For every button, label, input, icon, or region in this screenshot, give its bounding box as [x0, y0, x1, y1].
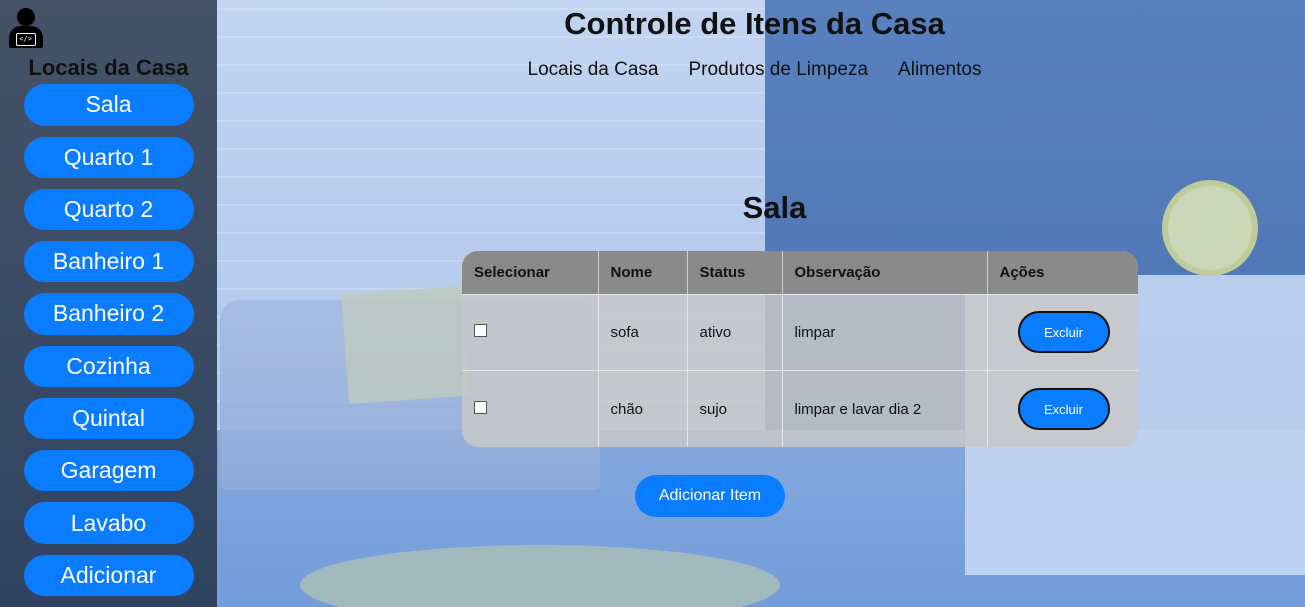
observacao-cell: limpar e lavar dia 2 — [782, 370, 988, 447]
nav-locais-da-casa[interactable]: Locais da Casa — [528, 59, 659, 81]
column-header-nome: Nome — [598, 251, 688, 294]
column-header-status: Status — [687, 251, 783, 294]
table-row: chão sujo limpar e lavar dia 2 Excluir — [462, 370, 1138, 447]
column-header-selecionar: Selecionar — [462, 251, 599, 294]
sidebar-item-cozinha[interactable]: Cozinha — [23, 345, 194, 387]
row-checkbox[interactable] — [474, 323, 487, 337]
sidebar-item-adicionar[interactable]: Adicionar — [23, 554, 194, 596]
top-nav: Locais da Casa Produtos de Limpeza Alime… — [217, 59, 1292, 81]
status-cell: sujo — [687, 370, 783, 447]
sidebar-item-quintal[interactable]: Quintal — [23, 397, 194, 440]
sidebar-item-sala[interactable]: Sala — [23, 84, 194, 126]
select-cell — [462, 293, 599, 371]
items-table: Selecionar Nome Status Observação Ações … — [462, 251, 1138, 447]
table-header-row: Selecionar Nome Status Observação Ações — [462, 251, 1138, 294]
nav-produtos-de-limpeza[interactable]: Produtos de Limpeza — [688, 59, 868, 81]
sidebar-item-lavabo[interactable]: Lavabo — [23, 502, 194, 544]
row-checkbox[interactable] — [474, 400, 487, 414]
sidebar-item-banheiro-2[interactable]: Banheiro 2 — [23, 293, 194, 335]
user-laptop-icon: </> — [8, 8, 43, 48]
nome-cell: chão — [598, 370, 688, 447]
section-title: Sala — [742, 190, 807, 225]
table-row: sofa ativo limpar Excluir — [462, 293, 1138, 371]
column-header-acoes: Ações — [987, 251, 1138, 294]
select-cell — [462, 370, 599, 447]
nome-cell: sofa — [598, 293, 688, 371]
column-header-observacao: Observação — [782, 251, 988, 294]
status-cell: ativo — [687, 293, 783, 371]
sidebar: </> Locais da Casa Sala Quarto 1 Quarto … — [0, 0, 217, 607]
delete-button[interactable]: Excluir — [1017, 311, 1110, 354]
sidebar-item-quarto-1[interactable]: Quarto 1 — [23, 136, 194, 178]
sidebar-item-quarto-2[interactable]: Quarto 2 — [23, 188, 194, 231]
page-title: Controle de Itens da Casa — [564, 6, 945, 41]
sidebar-item-garagem[interactable]: Garagem — [23, 450, 194, 492]
acoes-cell: Excluir — [987, 293, 1138, 371]
delete-button[interactable]: Excluir — [1017, 388, 1110, 430]
acoes-cell: Excluir — [987, 370, 1138, 447]
add-item-button[interactable]: Adicionar Item — [635, 475, 785, 517]
observacao-cell: limpar — [782, 293, 988, 371]
nav-alimentos[interactable]: Alimentos — [898, 59, 981, 81]
sidebar-item-banheiro-1[interactable]: Banheiro 1 — [23, 241, 194, 283]
sidebar-title: Locais da Casa — [28, 55, 189, 81]
